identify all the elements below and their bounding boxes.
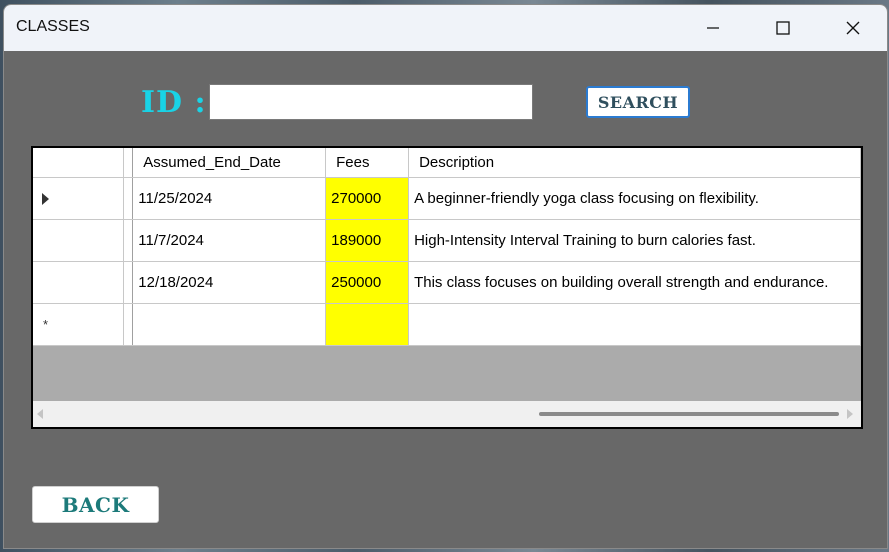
row-header[interactable]: [33, 177, 125, 220]
id-label: ID :: [141, 85, 207, 120]
fees-cell[interactable]: 189000: [325, 219, 410, 262]
title-bar: CLASSES: [4, 5, 887, 51]
minimize-button[interactable]: [690, 5, 736, 51]
classes-window: CLASSES ID : SEARCH Assumed_End_Date Fee…: [3, 4, 888, 549]
classes-data-grid[interactable]: Assumed_End_Date Fees Description 11/25/…: [31, 146, 863, 429]
scroll-right-arrow-icon[interactable]: [847, 409, 853, 419]
scrollbar-thumb[interactable]: [539, 412, 839, 416]
maximize-button[interactable]: [760, 5, 806, 51]
row-header-corner: [33, 148, 125, 178]
fees-cell[interactable]: 250000: [325, 261, 410, 304]
description-cell[interactable]: [408, 303, 861, 346]
hidden-cell: [123, 303, 134, 346]
description-cell[interactable]: A beginner-friendly yoga class focusing …: [408, 177, 861, 220]
back-button[interactable]: BACK: [32, 486, 159, 523]
column-header-description[interactable]: Description: [408, 148, 861, 178]
hidden-cell: [123, 219, 134, 262]
search-button[interactable]: SEARCH: [586, 86, 690, 118]
row-pointer-icon: [42, 193, 49, 206]
description-cell[interactable]: High-Intensity Interval Training to burn…: [408, 219, 861, 262]
column-header-fees[interactable]: Fees: [325, 148, 410, 178]
new-row-marker: *: [43, 317, 49, 332]
close-icon: [846, 21, 860, 35]
column-header-assumed-end-date[interactable]: Assumed_End_Date: [132, 148, 327, 178]
date-cell[interactable]: [132, 303, 327, 346]
description-cell[interactable]: This class focuses on building overall s…: [408, 261, 861, 304]
hidden-cell: [123, 261, 134, 304]
id-input[interactable]: [209, 84, 533, 120]
maximize-icon: [776, 21, 790, 35]
date-cell[interactable]: 12/18/2024: [132, 261, 327, 304]
close-button[interactable]: [830, 5, 876, 51]
minimize-icon: [707, 27, 719, 29]
grid-table: Assumed_End_Date Fees Description 11/25/…: [33, 148, 861, 346]
table-row[interactable]: 11/25/2024 270000 A beginner-friendly yo…: [33, 177, 861, 220]
row-header[interactable]: [33, 219, 125, 262]
new-row[interactable]: *: [33, 303, 861, 346]
fees-cell[interactable]: 270000: [325, 177, 410, 220]
table-row[interactable]: 12/18/2024 250000 This class focuses on …: [33, 261, 861, 304]
horizontal-scrollbar[interactable]: [33, 401, 861, 427]
row-header[interactable]: *: [33, 303, 125, 346]
scroll-left-arrow-icon[interactable]: [37, 409, 43, 419]
table-row[interactable]: 11/7/2024 189000 High-Intensity Interval…: [33, 219, 861, 262]
row-header[interactable]: [33, 261, 125, 304]
fees-cell[interactable]: [325, 303, 410, 346]
hidden-column-header: [123, 148, 134, 178]
grid-header-row: Assumed_End_Date Fees Description: [33, 148, 861, 178]
date-cell[interactable]: 11/25/2024: [132, 177, 327, 220]
date-cell[interactable]: 11/7/2024: [132, 219, 327, 262]
hidden-cell: [123, 177, 134, 220]
window-title: CLASSES: [16, 18, 90, 35]
